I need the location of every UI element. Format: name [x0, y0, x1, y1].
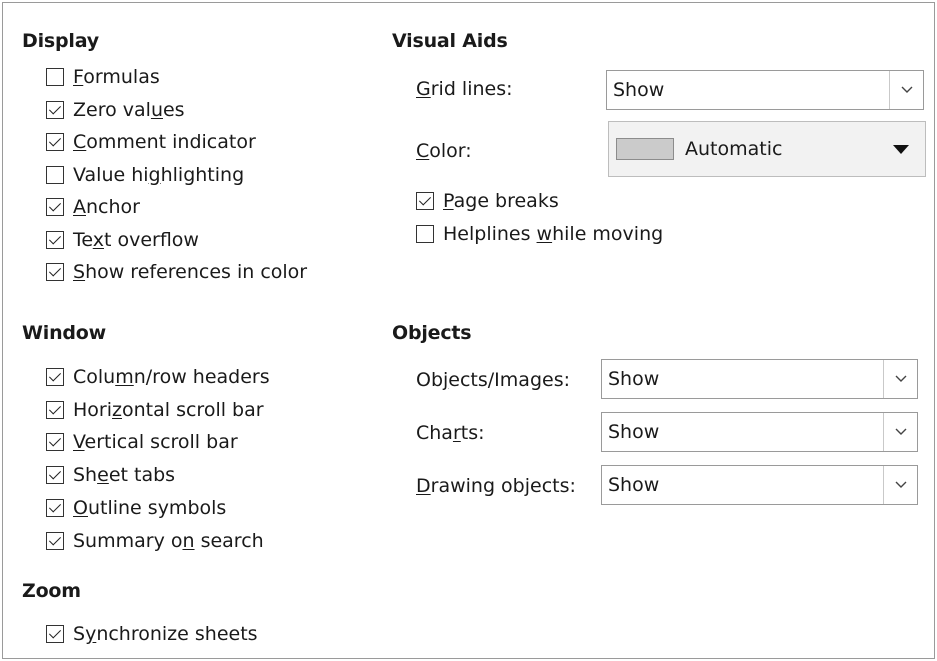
checkbox-label: Value highlighting: [73, 163, 245, 186]
checkbox-row-anchor[interactable]: Anchor: [46, 192, 140, 222]
select-value: Show: [608, 474, 660, 496]
objects-select-objects-images[interactable]: Show: [601, 359, 918, 399]
checkbox-label: Formulas: [73, 66, 160, 88]
checkbox-row-zero-values[interactable]: Zero values: [46, 95, 185, 125]
checkbox-row-column-row-headers[interactable]: Column/row headers: [46, 362, 270, 392]
checkbox-row-page-breaks[interactable]: Page breaks: [416, 186, 559, 216]
chevron-down-icon[interactable]: [883, 360, 917, 398]
checkbox-row-show-references-in-color[interactable]: Show references in color: [46, 257, 307, 287]
checkbox-row-vertical-scroll-bar[interactable]: Vertical scroll bar: [46, 427, 238, 457]
checkbox[interactable]: [46, 466, 64, 485]
checkbox[interactable]: [416, 224, 434, 243]
checkbox-row-horizontal-scroll-bar[interactable]: Horizontal scroll bar: [46, 395, 264, 425]
checkbox[interactable]: [46, 498, 64, 517]
checkbox[interactable]: [46, 400, 64, 419]
triangle-down-icon: [893, 144, 909, 154]
checkbox-label: Summary on search: [73, 529, 264, 552]
grid-lines-select[interactable]: Show: [606, 70, 924, 110]
checkbox[interactable]: [46, 165, 64, 184]
chevron-down-icon[interactable]: [889, 71, 923, 109]
checkbox-label: Vertical scroll bar: [73, 431, 238, 454]
select-value: Show: [608, 421, 660, 443]
select-value: Show: [608, 368, 660, 390]
checkbox[interactable]: [46, 263, 64, 281]
display-heading: Display: [22, 30, 99, 52]
color-label: Color:: [416, 140, 472, 162]
chevron-down-icon[interactable]: [883, 466, 917, 504]
checkbox[interactable]: [46, 433, 64, 452]
checkbox-label: Column/row headers: [73, 366, 270, 388]
checkbox[interactable]: [46, 531, 64, 550]
objects-label-charts: Charts:: [416, 422, 485, 444]
grid-lines-value: Show: [613, 79, 665, 101]
checkbox-label: Zero values: [73, 98, 185, 121]
window-heading: Window: [22, 322, 107, 344]
objects-heading: Objects: [392, 322, 472, 344]
checkbox-row-formulas[interactable]: Formulas: [46, 62, 160, 92]
grid-lines-label: Grid lines:: [416, 78, 513, 100]
checkbox-label: Show references in color: [73, 261, 308, 283]
checkbox-label: Helplines while moving: [443, 222, 664, 245]
objects-label-drawing-objects: Drawing objects:: [416, 475, 576, 497]
visual-aids-heading: Visual Aids: [392, 30, 508, 52]
checkbox-row-text-overflow[interactable]: Text overflow: [46, 225, 199, 255]
checkbox-label: Horizontal scroll bar: [73, 398, 264, 421]
checkbox-row-sheet-tabs[interactable]: Sheet tabs: [46, 460, 175, 490]
checkbox[interactable]: [46, 68, 64, 86]
checkbox[interactable]: [46, 368, 64, 386]
checkbox-row-summary-on-search[interactable]: Summary on search: [46, 526, 264, 556]
checkbox-row-value-highlighting[interactable]: Value highlighting: [46, 160, 244, 190]
checkbox-label: Synchronize sheets: [73, 623, 258, 645]
checkbox-row-helplines-while-moving[interactable]: Helplines while moving: [416, 219, 663, 249]
checkbox-row-outline-symbols[interactable]: Outline symbols: [46, 493, 226, 523]
checkbox-label: Anchor: [73, 196, 140, 218]
checkbox[interactable]: [46, 133, 64, 151]
objects-label-objects-images: Objects/Images:: [416, 369, 570, 391]
checkbox[interactable]: [416, 192, 434, 210]
checkbox-label: Comment indicator: [73, 131, 256, 153]
objects-select-charts[interactable]: Show: [601, 412, 918, 452]
zoom-heading: Zoom: [22, 580, 81, 602]
checkbox-row-comment-indicator[interactable]: Comment indicator: [46, 127, 256, 157]
color-value: Automatic: [685, 138, 783, 160]
checkbox-row-synchronize-sheets[interactable]: Synchronize sheets: [46, 619, 258, 649]
checkbox[interactable]: [46, 625, 64, 643]
checkbox[interactable]: [46, 230, 64, 249]
color-swatch: [616, 138, 674, 160]
color-dropdown-button[interactable]: Automatic: [608, 121, 926, 177]
checkbox-label: Text overflow: [73, 228, 199, 251]
objects-select-drawing-objects[interactable]: Show: [601, 465, 918, 505]
chevron-down-icon[interactable]: [883, 413, 917, 451]
checkbox-label: Sheet tabs: [73, 464, 176, 487]
checkbox[interactable]: [46, 198, 64, 216]
checkbox-label: Page breaks: [443, 190, 559, 212]
checkbox-label: Outline symbols: [73, 496, 227, 519]
checkbox[interactable]: [46, 100, 64, 119]
